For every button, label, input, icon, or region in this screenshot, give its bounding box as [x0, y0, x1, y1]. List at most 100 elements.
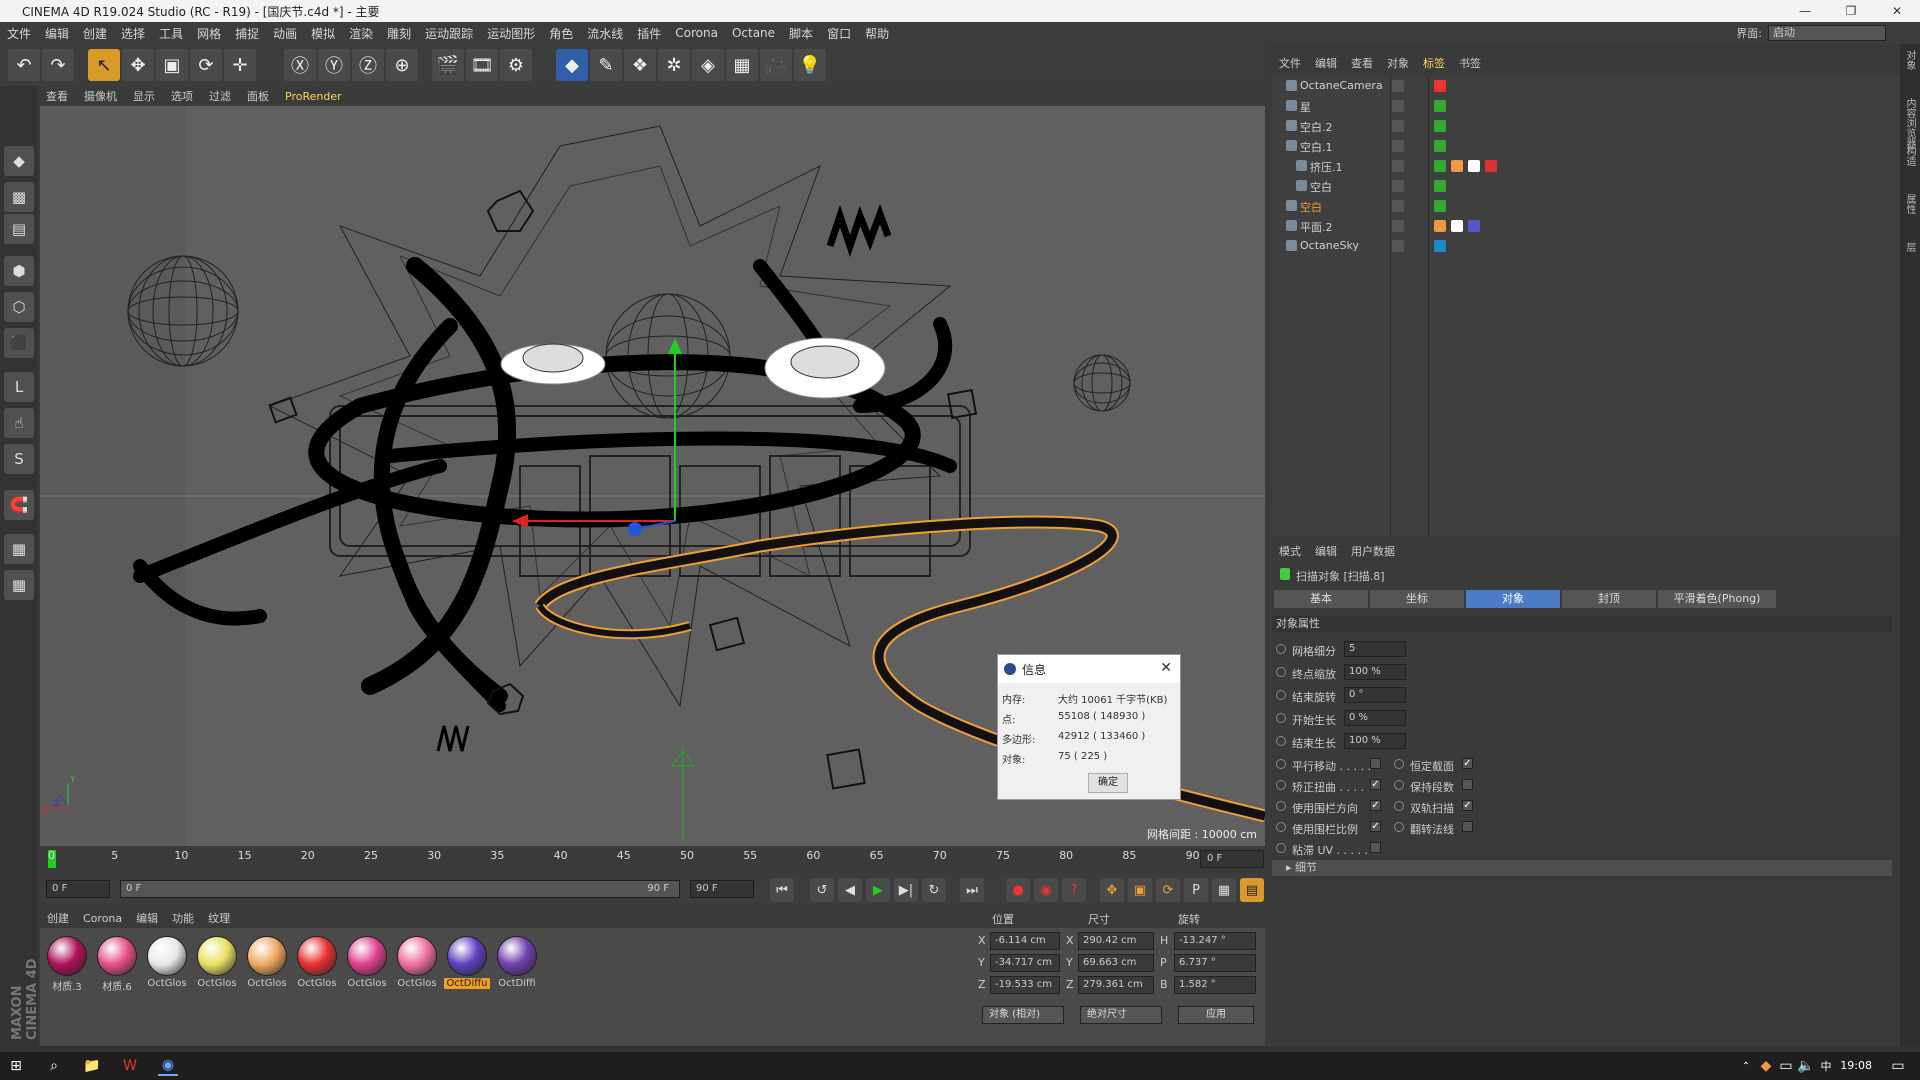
object-tag-icon[interactable]	[1485, 160, 1497, 172]
viewport-menu-item[interactable]: ProRender	[277, 90, 350, 103]
object-tag-icon[interactable]	[1434, 220, 1446, 232]
material-swatch[interactable]: 材质.3	[44, 936, 90, 993]
animate-radio[interactable]	[1276, 780, 1286, 790]
visibility-toggle[interactable]	[1392, 200, 1404, 212]
object-row[interactable]: 空白.1	[1272, 136, 1900, 156]
rotation-field[interactable]: 6.737 °	[1174, 954, 1256, 972]
material-swatch[interactable]: OctGlos	[194, 936, 240, 989]
side-tab[interactable]: 属性	[1903, 194, 1917, 214]
redo-icon[interactable]: ↷	[42, 49, 74, 81]
tweak-mode-icon[interactable]: ☝	[4, 408, 34, 438]
object-row[interactable]: OctaneSky	[1272, 236, 1900, 256]
menu-item[interactable]: 雕刻	[380, 25, 418, 42]
animate-radio[interactable]	[1394, 801, 1404, 811]
object-row[interactable]: 空白	[1272, 196, 1900, 216]
ok-button[interactable]: 确定	[1088, 773, 1128, 793]
layout-selector[interactable]: 界面: 启动	[1736, 25, 1886, 41]
next-key-icon[interactable]: ↻	[922, 878, 946, 902]
animate-radio[interactable]	[1276, 644, 1286, 654]
animate-radio[interactable]	[1276, 822, 1286, 832]
checkbox[interactable]	[1370, 842, 1381, 853]
keyframe-selection-icon[interactable]: ?	[1062, 878, 1086, 902]
key-param-icon[interactable]: P	[1184, 878, 1208, 902]
key-position-icon[interactable]: ✥	[1100, 878, 1124, 902]
object-menu-item[interactable]: 对象	[1380, 55, 1416, 71]
attribute-tab[interactable]: 封顶	[1562, 590, 1656, 608]
next-frame-icon[interactable]: ▶|	[894, 878, 918, 902]
model-mode-icon[interactable]: ◆	[4, 146, 34, 176]
material-swatch[interactable]: OctGlos	[344, 936, 390, 989]
cinema4d-taskbar-icon[interactable]: ◉	[158, 1056, 178, 1076]
close-button[interactable]: ✕	[1874, 0, 1920, 22]
material-menu-item[interactable]: 纹理	[201, 910, 237, 926]
solo-mode-icon[interactable]: S	[4, 444, 34, 474]
array-icon[interactable]: ✲	[658, 49, 690, 81]
material-menu-item[interactable]: Corona	[76, 912, 129, 925]
object-row[interactable]: 星	[1272, 96, 1900, 116]
visibility-toggle[interactable]	[1392, 80, 1404, 92]
menu-item[interactable]: Corona	[668, 26, 725, 40]
property-value[interactable]: 100 %	[1344, 664, 1406, 680]
visibility-toggle[interactable]	[1392, 180, 1404, 192]
object-tag-icon[interactable]	[1434, 140, 1446, 152]
attribute-tab[interactable]: 坐标	[1370, 590, 1464, 608]
render-settings-icon[interactable]: ⚙	[500, 49, 532, 81]
menu-item[interactable]: 创建	[76, 25, 114, 42]
menu-item[interactable]: 选择	[114, 25, 152, 42]
current-frame-field[interactable]: 0 F	[1200, 850, 1264, 868]
object-tag-icon[interactable]	[1434, 180, 1446, 192]
polygons-mode-icon[interactable]: ⬛	[4, 328, 34, 358]
move-tool-icon[interactable]: ✥	[122, 49, 154, 81]
layout-dropdown[interactable]: 启动	[1768, 25, 1886, 41]
wps-icon[interactable]: W	[120, 1056, 140, 1076]
workplane-lock-icon[interactable]: ▦	[4, 534, 34, 564]
animate-radio[interactable]	[1276, 736, 1286, 746]
menu-item[interactable]: 渲染	[342, 25, 380, 42]
position-field[interactable]: -34.717 cm	[990, 954, 1060, 972]
frame-range-slider[interactable]: 0 F 90 F	[120, 880, 680, 898]
attribute-tab[interactable]: 平滑着色(Phong)	[1658, 590, 1776, 608]
key-pla-icon[interactable]: ▦	[1212, 878, 1236, 902]
grid-snap-icon[interactable]: ▦	[4, 570, 34, 600]
render-view-icon[interactable]: 🎬	[432, 49, 464, 81]
object-tag-icon[interactable]	[1468, 220, 1480, 232]
autokey-icon[interactable]: ◉	[1034, 878, 1058, 902]
camera-icon[interactable]: 🎥	[760, 49, 792, 81]
checkbox[interactable]: ✓	[1370, 800, 1381, 811]
rotation-field[interactable]: 1.582 °	[1174, 976, 1256, 994]
material-swatch[interactable]: OctDiffi	[494, 936, 540, 989]
object-tag-icon[interactable]	[1451, 220, 1463, 232]
animate-radio[interactable]	[1276, 759, 1286, 769]
timeline-window-icon[interactable]: ▤	[1240, 878, 1264, 902]
viewport-menu-item[interactable]: 摄像机	[76, 88, 125, 104]
attribute-menu-item[interactable]: 模式	[1272, 543, 1308, 559]
checkbox[interactable]: ✓	[1370, 821, 1381, 832]
pen-icon[interactable]: ✎	[590, 49, 622, 81]
menu-item[interactable]: 角色	[542, 25, 580, 42]
menu-item[interactable]: 插件	[630, 25, 668, 42]
animate-radio[interactable]	[1276, 801, 1286, 811]
tray-chevron-icon[interactable]: ⌃	[1736, 1056, 1756, 1076]
side-tab[interactable]: 层	[1903, 242, 1917, 252]
undo-icon[interactable]: ↶	[8, 49, 40, 81]
coord-mode-dropdown[interactable]: 对象 (相对)	[982, 1006, 1064, 1024]
play-icon[interactable]: ▶	[866, 878, 890, 902]
tray-app-icon[interactable]: ◆	[1756, 1056, 1776, 1076]
checkbox[interactable]	[1370, 758, 1381, 769]
attribute-tab[interactable]: 对象	[1466, 590, 1560, 608]
prev-frame-icon[interactable]: ◀	[838, 878, 862, 902]
viewport-menu-item[interactable]: 查看	[38, 88, 76, 104]
material-swatch[interactable]: OctDiffu	[444, 936, 490, 989]
texture-mode-icon[interactable]: ▩	[4, 182, 34, 212]
key-scale-icon[interactable]: ▣	[1128, 878, 1152, 902]
visibility-toggle[interactable]	[1392, 220, 1404, 232]
cube-icon[interactable]: ◆	[556, 49, 588, 81]
axis-mode-icon[interactable]: L	[4, 372, 34, 402]
volume-icon[interactable]: 🔈	[1796, 1056, 1816, 1076]
menu-item[interactable]: 捕捉	[228, 25, 266, 42]
visibility-toggle[interactable]	[1392, 140, 1404, 152]
object-tag-icon[interactable]	[1434, 120, 1446, 132]
menu-item[interactable]: 帮助	[858, 25, 896, 42]
menu-item[interactable]: 流水线	[580, 25, 630, 42]
menu-item[interactable]: 文件	[0, 25, 38, 42]
